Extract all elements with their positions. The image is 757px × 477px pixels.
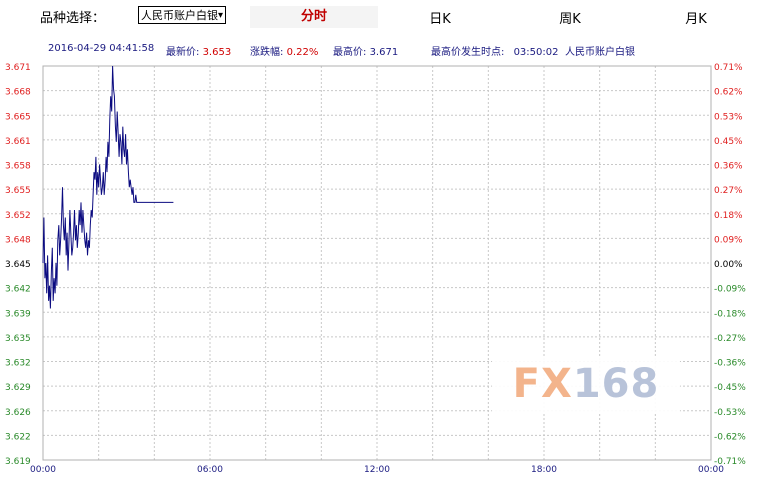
y-tick-label-left: 3.642 [5, 285, 31, 295]
y-tick-label-right: -0.18% [714, 309, 746, 319]
fx168-watermark-logo: FX168 [492, 356, 680, 412]
x-tick-label: 06:00 [197, 465, 223, 475]
y-tick-label-right: -0.53% [714, 408, 746, 418]
y-tick-label-left: 3.652 [5, 211, 31, 221]
x-tick-label: 18:00 [531, 465, 557, 475]
y-tick-label-left: 3.665 [5, 112, 31, 122]
y-tick-label-right: 0.45% [714, 137, 743, 147]
x-tick-label: 00:00 [698, 465, 724, 475]
y-tick-label-right: 0.09% [714, 235, 743, 245]
y-tick-label-right: -0.45% [714, 383, 746, 393]
y-tick-label-left: 3.629 [5, 383, 31, 393]
y-tick-label-right: -0.36% [714, 359, 746, 369]
y-tick-label-right: 0.71% [714, 63, 743, 73]
y-tick-label-left: 3.668 [5, 88, 31, 98]
x-tick-label: 12:00 [364, 465, 390, 475]
y-tick-label-left: 3.626 [5, 408, 31, 418]
y-tick-label-right: 0.00% [714, 260, 743, 270]
y-tick-label-right: 0.27% [714, 186, 743, 196]
watermark-num: 168 [572, 361, 660, 407]
x-tick-label: 00:00 [30, 465, 56, 475]
y-tick-label-left: 3.658 [5, 162, 31, 172]
y-tick-label-left: 3.648 [5, 235, 31, 245]
y-tick-label-right: 0.18% [714, 211, 743, 221]
y-tick-label-left: 3.671 [5, 63, 31, 73]
y-tick-label-left: 3.655 [5, 186, 31, 196]
y-tick-label-left: 3.661 [5, 137, 31, 147]
y-tick-label-right: -0.09% [714, 285, 746, 295]
y-tick-label-right: 0.53% [714, 112, 743, 122]
y-tick-label-right: -0.27% [714, 334, 746, 344]
y-tick-label-left: 3.619 [5, 457, 31, 467]
watermark-fx: FX [512, 361, 573, 407]
y-tick-label-right: 0.36% [714, 162, 743, 172]
y-tick-label-left: 3.632 [5, 359, 31, 369]
y-tick-label-left: 3.622 [5, 432, 31, 442]
y-tick-label-right: -0.62% [714, 432, 746, 442]
y-tick-label-right: 0.62% [714, 88, 743, 98]
y-tick-label-left: 3.635 [5, 334, 31, 344]
y-tick-label-left: 3.639 [5, 309, 31, 319]
y-tick-label-left: 3.645 [5, 260, 31, 270]
